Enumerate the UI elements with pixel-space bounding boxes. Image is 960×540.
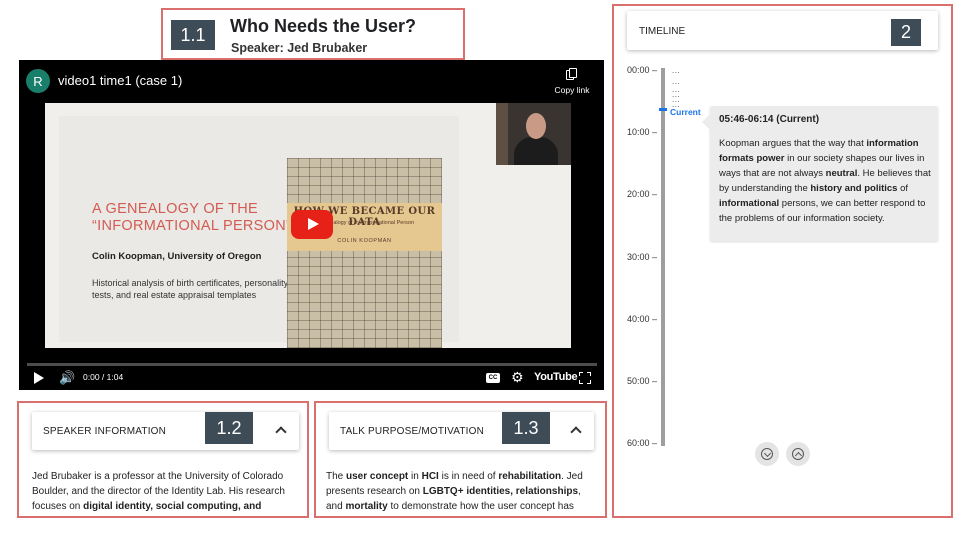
speaker-webcam	[496, 103, 571, 165]
timeline-tick[interactable]: 40:00 –	[627, 314, 657, 324]
youtube-logo[interactable]: YouTube	[534, 371, 578, 383]
speaker-info-text: Jed Brubaker is a professor at the Unive…	[32, 471, 285, 512]
timeline-tick[interactable]: 50:00 –	[627, 376, 657, 386]
current-position-label: Current	[670, 107, 701, 117]
chevron-up-circle-icon	[792, 448, 804, 460]
chevron-down-circle-icon	[761, 448, 773, 460]
segment-time-range: 05:46-06:14 (Current)	[719, 114, 820, 125]
cc-icon[interactable]: CC	[486, 373, 500, 383]
timeline-title: TIMELINE	[639, 26, 686, 37]
talk-purpose-region: TALK PURPOSE/MOTIVATION 1.3 The user con…	[314, 401, 607, 518]
annotation-badge-1-2: 1.2	[205, 412, 253, 444]
copy-link-label: Copy link	[554, 85, 590, 95]
video-controls: 🔊 0:00 / 1:04 CC ⚙ YouTube	[19, 366, 604, 390]
video-player[interactable]: R video1 time1 (case 1) Copy link A GENE…	[19, 60, 604, 390]
speaker-info-header[interactable]: SPEAKER INFORMATION	[32, 412, 299, 450]
scroll-down-button[interactable]	[755, 442, 779, 466]
talk-purpose-header[interactable]: TALK PURPOSE/MOTIVATION	[329, 412, 594, 450]
play-icon[interactable]	[34, 372, 44, 384]
timeline-tick[interactable]: 10:00 –	[627, 127, 657, 137]
timeline-tick[interactable]: 30:00 –	[627, 252, 657, 262]
volume-icon[interactable]: 🔊	[59, 371, 75, 385]
timeline-track[interactable]	[661, 68, 665, 446]
current-position-marker	[659, 108, 667, 111]
talk-purpose-text: The user concept in HCI is in need of re…	[326, 471, 583, 512]
settings-icon[interactable]: ⚙	[511, 369, 524, 386]
timeline-region: TIMELINE 2 00:00 – 10:00 – 20:00 – 30:00…	[612, 4, 953, 518]
speaker-info-title: SPEAKER INFORMATION	[43, 426, 167, 437]
chevron-up-icon[interactable]	[275, 426, 287, 438]
youtube-play-button[interactable]	[291, 210, 333, 239]
timeline-tick[interactable]: 00:00 –	[627, 65, 657, 75]
slide-description: Historical analysis of birth certificate…	[92, 278, 289, 300]
timeline-tick[interactable]: 60:00 –	[627, 438, 657, 448]
segment-summary: Koopman argues that the way that informa…	[719, 138, 931, 224]
channel-avatar[interactable]: R	[26, 69, 50, 93]
talk-title-region: 1.1 Who Needs the User? Speaker: Jed Bru…	[161, 8, 465, 60]
scroll-up-button[interactable]	[786, 442, 810, 466]
annotation-badge-2: 2	[891, 19, 921, 46]
fullscreen-icon[interactable]	[579, 372, 591, 384]
timeline-segment-card: 05:46-06:14 (Current) Koopman argues tha…	[702, 106, 938, 241]
slide-author: Colin Koopman, University of Oregon	[92, 251, 262, 262]
talk-title: Who Needs the User?	[230, 16, 417, 36]
timeline-segment-marker[interactable]: ...	[672, 67, 680, 75]
speaker-info-region: SPEAKER INFORMATION 1.2 Jed Brubaker is …	[17, 401, 309, 518]
book-cover-image: HOW WE BECAME OUR DATA A Genealogy of th…	[287, 158, 442, 348]
video-title[interactable]: video1 time1 (case 1)	[58, 73, 182, 88]
timeline-tick[interactable]: 20:00 –	[627, 189, 657, 199]
annotation-badge-1-3: 1.3	[502, 412, 550, 444]
talk-purpose-title: TALK PURPOSE/MOTIVATION	[340, 426, 485, 437]
copy-link-button[interactable]: Copy link	[552, 68, 592, 95]
copy-link-icon	[566, 68, 578, 81]
chevron-up-icon[interactable]	[570, 426, 582, 438]
annotation-badge-1-1: 1.1	[171, 20, 215, 50]
talk-speaker: Speaker: Jed Brubaker	[231, 41, 368, 55]
video-time: 0:00 / 1:04	[83, 372, 124, 382]
